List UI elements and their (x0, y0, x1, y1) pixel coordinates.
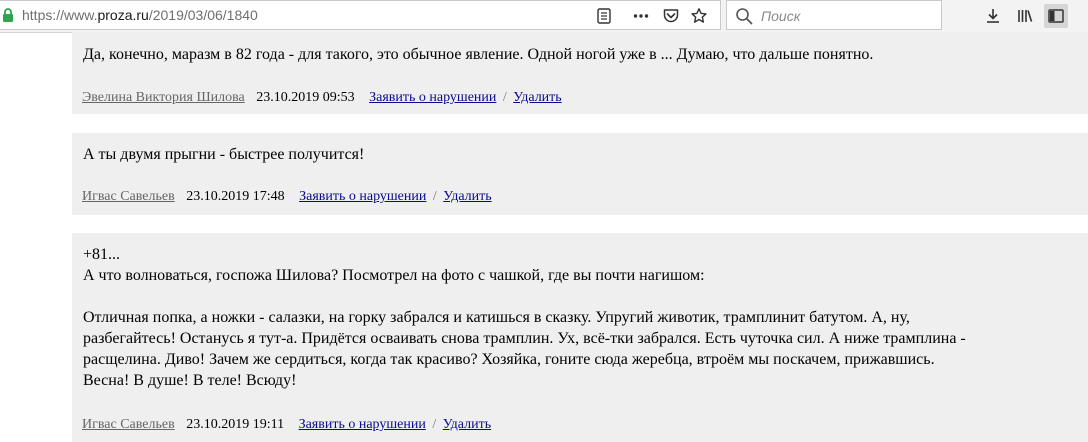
author-link[interactable]: Эвелина Виктория Шилова (82, 90, 245, 105)
comment-meta: Эвелина Виктория Шилова 23.10.2019 09:53… (82, 90, 562, 106)
comment-meta: Игвас Савельев 23.10.2019 17:48 Заявить … (82, 189, 492, 205)
pocket-icon[interactable] (662, 7, 680, 25)
report-link[interactable]: Заявить о нарушении (299, 417, 426, 432)
report-link[interactable]: Заявить о нарушении (299, 189, 426, 204)
delete-link[interactable]: Удалить (443, 417, 491, 432)
comment-line: +81... (83, 246, 121, 263)
comment-line: Отличная попка, а ножки - салазки, на го… (83, 309, 910, 326)
lock-icon[interactable] (2, 8, 14, 23)
url-host: proza.ru (97, 7, 149, 23)
separator: / (432, 417, 437, 432)
comment-line: расщелина. Диво! Зачем же сердиться, ког… (83, 351, 935, 368)
sidebar-icon (1048, 9, 1064, 23)
reader-view-icon[interactable] (595, 7, 613, 25)
sidebar-button[interactable] (1044, 4, 1068, 28)
comment-line: Весна! В душе! В теле! Всюду! (83, 372, 297, 389)
url-text[interactable]: https://www.proza.ru/2019/03/06/1840 (22, 7, 258, 23)
downloads-button[interactable] (981, 4, 1005, 28)
comment-line (83, 286, 966, 307)
report-link[interactable]: Заявить о нарушении (369, 90, 496, 105)
browser-toolbar: https://www.proza.ru/2019/03/06/1840 (0, 0, 1088, 33)
bookmark-star-icon[interactable] (690, 7, 708, 25)
separator: / (502, 90, 507, 105)
comment-card: +81... А что волноваться, госпожа Шилова… (72, 233, 1088, 442)
comment-date: 23.10.2019 09:53 (256, 90, 355, 105)
url-prefix: https://www. (22, 7, 98, 23)
comment-text: Да, конечно, маразм в 82 года - для тако… (83, 44, 873, 65)
url-path: /2019/03/06/1840 (148, 7, 258, 23)
comment-line: А ты двумя прыгни - быстрее получится! (83, 146, 365, 163)
author-link[interactable]: Игвас Савельев (82, 417, 175, 432)
separator: / (432, 189, 437, 204)
search-box[interactable] (726, 0, 942, 30)
comment-card: А ты двумя прыгни - быстрее получится! И… (72, 133, 1088, 215)
comment-text: +81... А что волноваться, госпожа Шилова… (83, 244, 966, 391)
library-button[interactable] (1013, 4, 1037, 28)
comment-card: Да, конечно, маразм в 82 года - для тако… (72, 32, 1088, 114)
comment-date: 23.10.2019 19:11 (186, 417, 285, 432)
comment-text: А ты двумя прыгни - быстрее получится! (83, 144, 364, 165)
page-actions-icon[interactable] (632, 7, 650, 25)
download-icon (987, 9, 999, 23)
search-input[interactable] (759, 5, 933, 27)
search-icon (736, 8, 753, 25)
delete-link[interactable]: Удалить (513, 90, 561, 105)
comment-line: А что волноваться, госпожа Шилова? Посмо… (83, 267, 705, 284)
comment-date: 23.10.2019 17:48 (186, 189, 285, 204)
library-icon (1018, 10, 1033, 22)
author-link[interactable]: Игвас Савельев (82, 189, 175, 204)
comment-meta: Игвас Савельев 23.10.2019 19:11 Заявить … (82, 417, 491, 433)
url-bar[interactable]: https://www.proza.ru/2019/03/06/1840 (0, 0, 721, 30)
comment-line: Да, конечно, маразм в 82 года - для тако… (83, 46, 874, 63)
comment-line: разбегайтесь! Останусь я тут-а. Придётся… (83, 330, 966, 347)
delete-link[interactable]: Удалить (443, 189, 491, 204)
